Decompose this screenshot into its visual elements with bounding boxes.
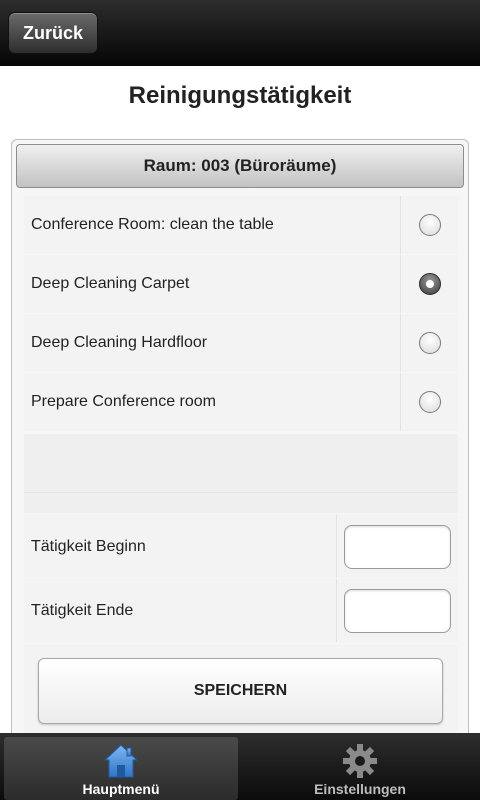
radio-cell — [400, 255, 458, 313]
task-row[interactable]: Prepare Conference room — [24, 373, 458, 431]
spacer-row — [24, 492, 458, 513]
start-time-row: Tätigkeit Beginn — [24, 515, 458, 578]
radio-dot — [425, 280, 434, 288]
tab-hauptmenu[interactable]: Hauptmenü — [4, 737, 238, 800]
start-time-input[interactable] — [344, 524, 451, 569]
task-label: Deep Cleaning Carpet — [31, 275, 190, 292]
task-list: Conference Room: clean the table Deep Cl… — [24, 196, 458, 432]
end-time-label: Tätigkeit Ende — [31, 601, 134, 619]
task-card: Raum: 003 (Büroräume) Conference Room: c… — [11, 139, 469, 750]
task-radio[interactable] — [418, 332, 441, 354]
tab-label: Hauptmenü — [82, 781, 160, 797]
save-button[interactable]: SPEICHERN — [38, 658, 443, 724]
task-radio[interactable] — [418, 214, 441, 236]
back-button[interactable]: Zurück — [8, 12, 98, 54]
tab-label: Einstellungen — [314, 781, 406, 797]
empty-row — [24, 434, 458, 492]
task-label: Conference Room: clean the table — [31, 216, 274, 233]
room-header: Raum: 003 (Büroräume) — [16, 144, 464, 188]
task-row[interactable]: Deep Cleaning Hardfloor — [24, 314, 458, 372]
task-label: Deep Cleaning Hardfloor — [31, 334, 208, 351]
task-row[interactable]: Deep Cleaning Carpet — [24, 255, 458, 313]
start-time-cell — [336, 515, 458, 578]
start-time-label: Tätigkeit Beginn — [31, 537, 146, 555]
radio-cell — [400, 196, 458, 254]
task-row[interactable]: Conference Room: clean the table — [24, 196, 458, 254]
page-title: Reinigungstätigkeit — [128, 82, 352, 109]
gear-icon — [343, 744, 377, 778]
radio-cell — [400, 373, 458, 431]
bottom-tab-bar: Hauptmenü Einstellungen — [0, 733, 480, 800]
task-radio-selected[interactable] — [418, 273, 441, 295]
end-time-row: Tätigkeit Ende — [24, 579, 458, 642]
end-time-input[interactable] — [344, 588, 451, 633]
home-icon — [104, 744, 138, 778]
top-navigation-bar: Zurück — [0, 0, 480, 66]
end-time-cell — [336, 579, 458, 642]
task-label: Prepare Conference room — [31, 393, 216, 410]
tab-einstellungen[interactable]: Einstellungen — [243, 737, 477, 800]
task-radio[interactable] — [418, 391, 441, 413]
radio-cell — [400, 314, 458, 372]
